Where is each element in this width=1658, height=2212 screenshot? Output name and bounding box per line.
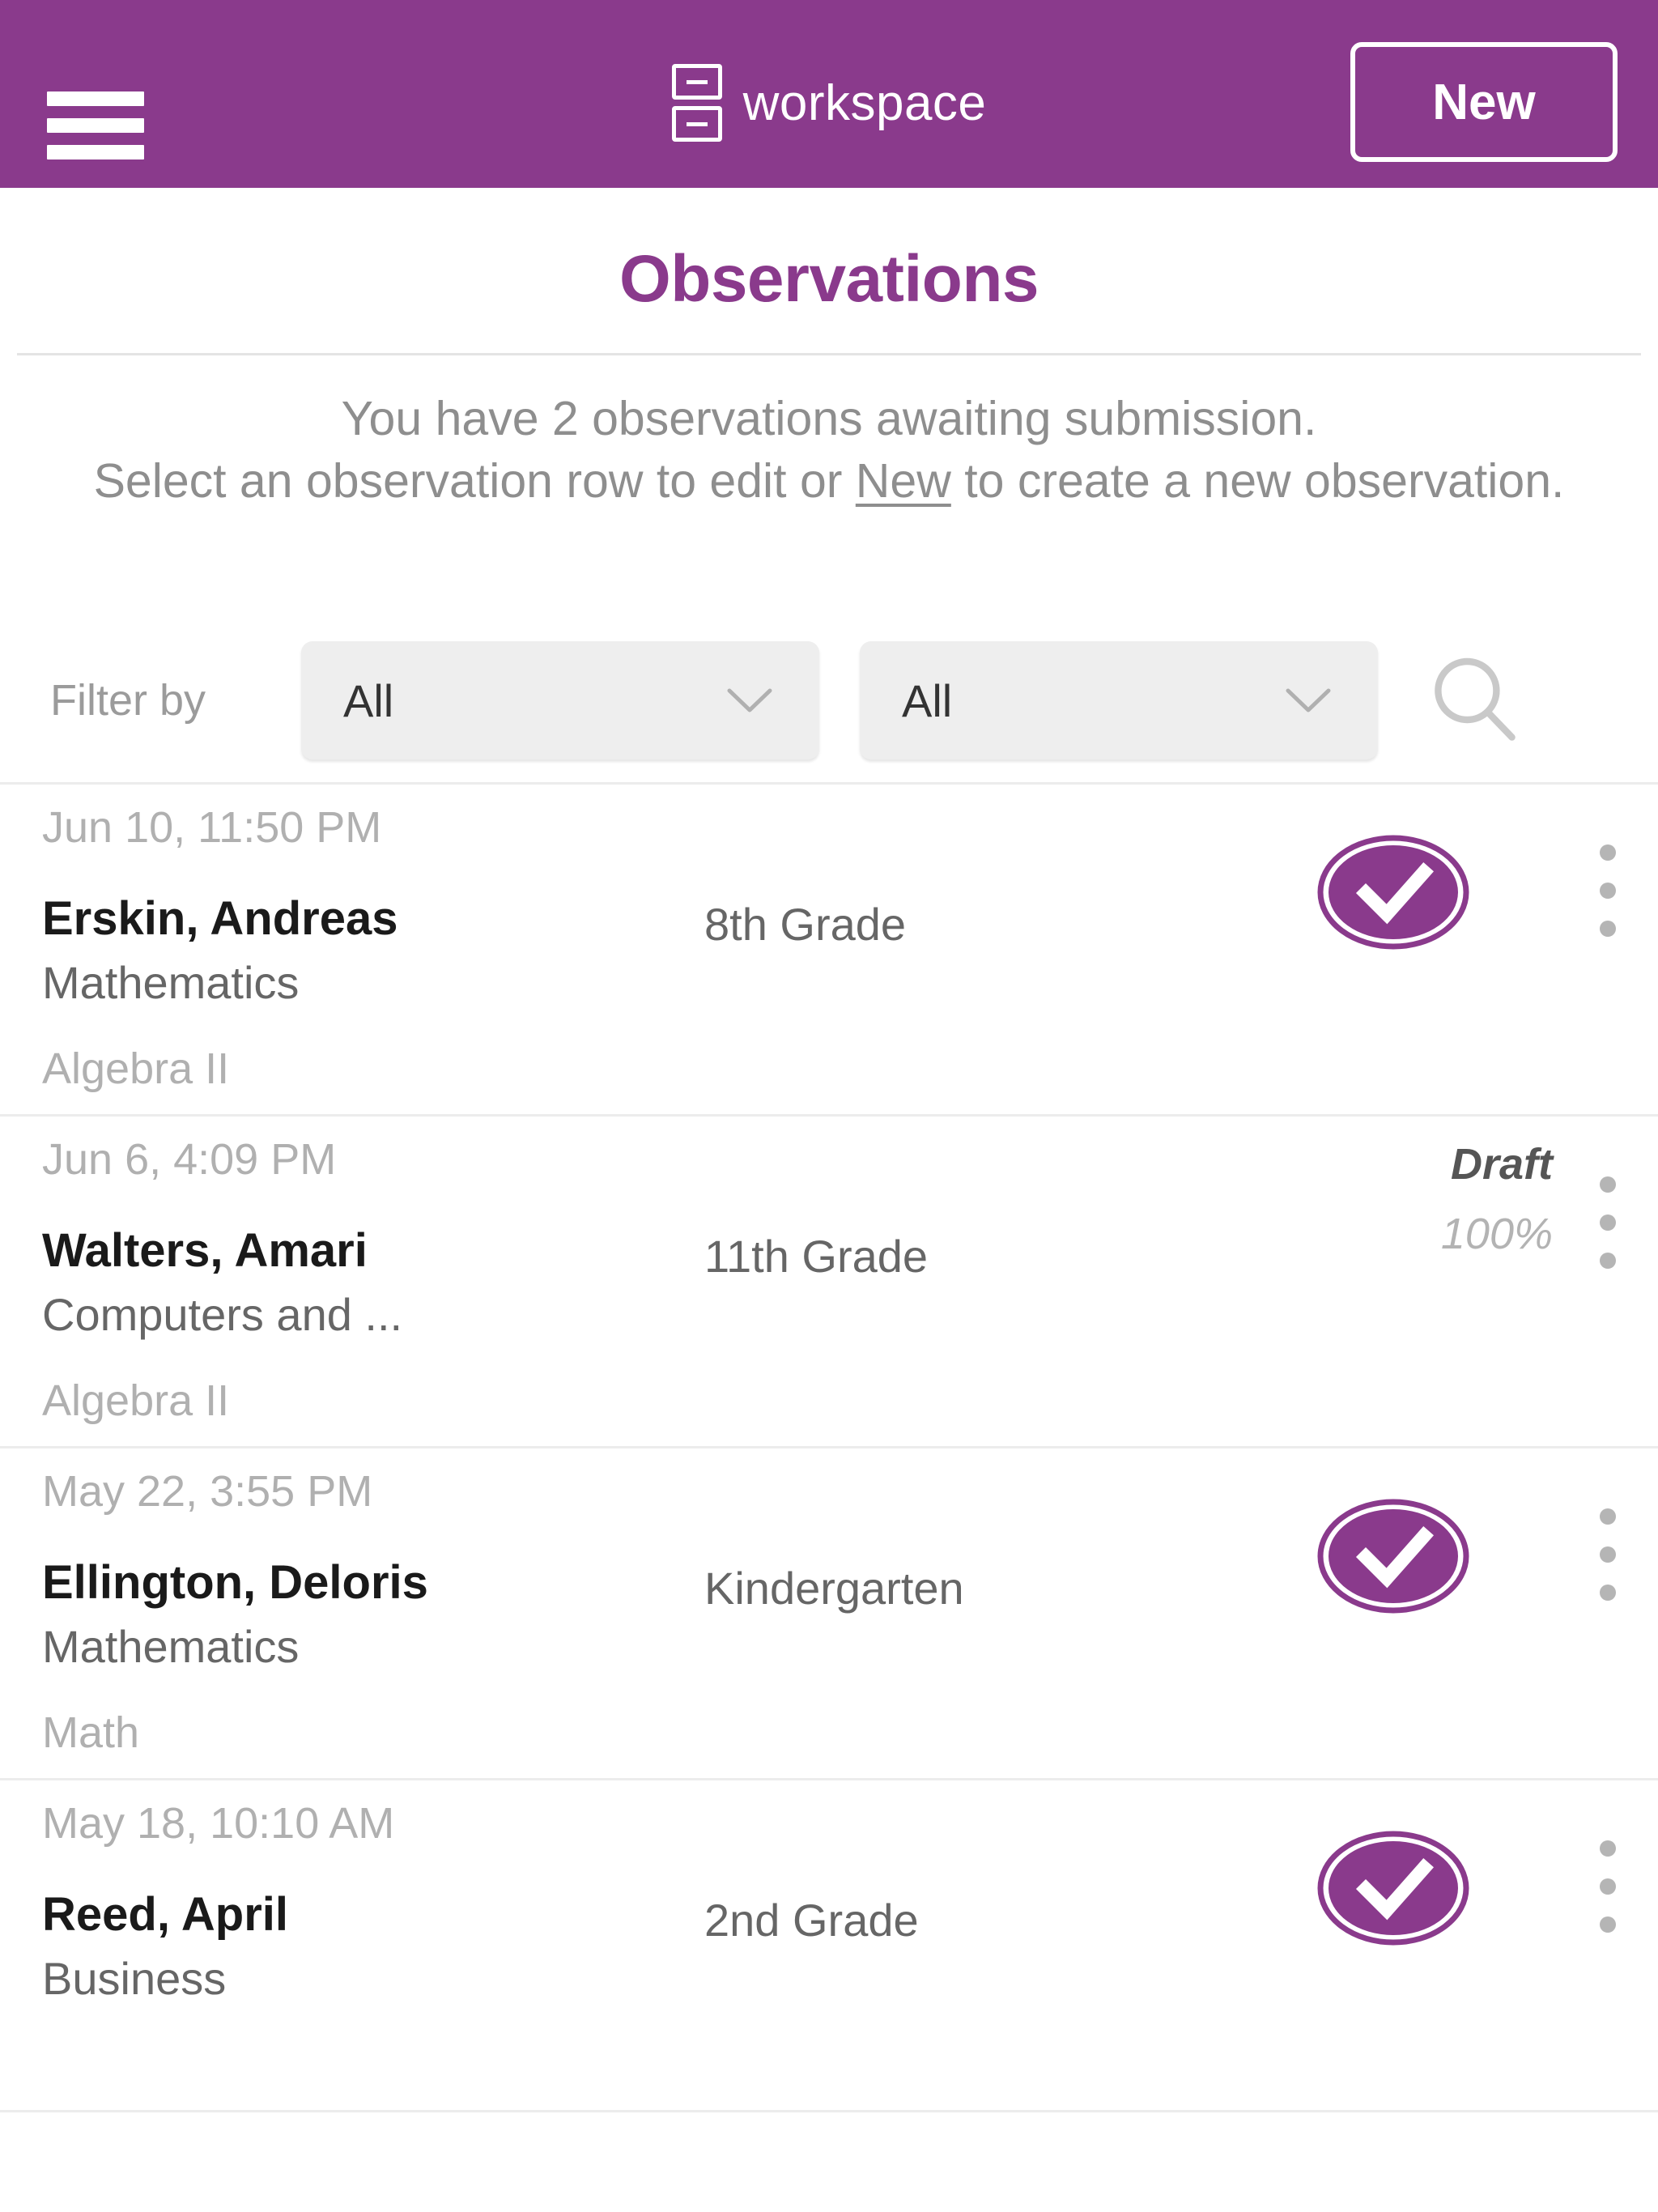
filter-select-1-value: All (343, 674, 394, 726)
table-row[interactable]: May 18, 10:10 AM Reed, April Business 2n… (0, 1778, 1658, 2110)
table-row[interactable]: Jun 6, 4:09 PM Walters, Amari Computers … (0, 1114, 1658, 1446)
filter-select-1[interactable]: All (301, 641, 819, 760)
row-name: Ellington, Deloris (42, 1556, 428, 1610)
row-grade: 11th Grade (704, 1231, 929, 1283)
intro-line-2-post: to create a new observation. (950, 453, 1565, 508)
intro-line-2-pre: Select an observation row to edit or (93, 453, 856, 508)
filter-bar: Filter by All All (0, 641, 1658, 760)
hamburger-bar (47, 118, 144, 133)
new-button[interactable]: New (1350, 42, 1618, 162)
row-subject: Computers and ... (42, 1289, 403, 1341)
status-percent: 100% (1440, 1210, 1553, 1259)
search-icon[interactable] (1418, 644, 1532, 757)
title-divider (17, 353, 1641, 355)
row-date: May 18, 10:10 AM (42, 1799, 395, 1848)
row-grade: 8th Grade (704, 899, 907, 951)
kebab-menu-icon[interactable] (1600, 1176, 1616, 1270)
status-label: Draft (1450, 1140, 1553, 1189)
row-course: Algebra II (42, 1376, 230, 1426)
row-date: May 22, 3:55 PM (42, 1467, 373, 1516)
chevron-down-icon (727, 688, 772, 713)
check-circle-icon (1316, 835, 1471, 950)
row-grade: Kindergarten (704, 1563, 964, 1614)
intro-text: You have 2 observations awaiting submiss… (60, 388, 1598, 512)
hamburger-menu-icon[interactable] (47, 91, 144, 160)
row-course: Math (42, 1708, 140, 1758)
app-header: workspace New (0, 0, 1658, 188)
row-grade: 2nd Grade (704, 1895, 919, 1946)
row-name: Reed, April (42, 1888, 289, 1942)
table-row[interactable]: May 22, 3:55 PM Ellington, Deloris Mathe… (0, 1446, 1658, 1778)
row-date: Jun 6, 4:09 PM (42, 1135, 337, 1185)
kebab-menu-icon[interactable] (1600, 1840, 1616, 1933)
row-subject: Mathematics (42, 957, 300, 1009)
kebab-menu-icon[interactable] (1600, 844, 1616, 938)
row-subject: Mathematics (42, 1621, 300, 1673)
intro-line-1: You have 2 observations awaiting submiss… (341, 392, 1317, 445)
brand-name: workspace (742, 74, 987, 131)
observation-list: Jun 10, 11:50 PM Erskin, Andreas Mathema… (0, 782, 1658, 2113)
kebab-menu-icon[interactable] (1600, 1508, 1616, 1602)
filter-select-2[interactable]: All (860, 641, 1378, 760)
row-name: Erskin, Andreas (42, 892, 398, 946)
row-course: Algebra II (42, 1044, 230, 1094)
check-circle-icon (1316, 1831, 1471, 1946)
page-title: Observations (619, 242, 1039, 316)
list-bottom-divider (0, 2110, 1658, 2113)
check-circle-icon (1316, 1499, 1471, 1614)
hamburger-bar (47, 145, 144, 160)
row-name: Walters, Amari (42, 1224, 368, 1278)
workspace-drawers-icon (671, 64, 722, 142)
filter-select-2-value: All (902, 674, 953, 726)
chevron-down-icon (1286, 688, 1331, 713)
row-date: Jun 10, 11:50 PM (42, 803, 382, 853)
hamburger-bar (47, 91, 144, 106)
status-badge: Draft 100% (1441, 1139, 1553, 1259)
intro-new-link[interactable]: New (856, 454, 951, 508)
row-subject: Business (42, 1953, 227, 2005)
table-row[interactable]: Jun 10, 11:50 PM Erskin, Andreas Mathema… (0, 782, 1658, 1114)
filter-by-label: Filter by (50, 676, 206, 725)
